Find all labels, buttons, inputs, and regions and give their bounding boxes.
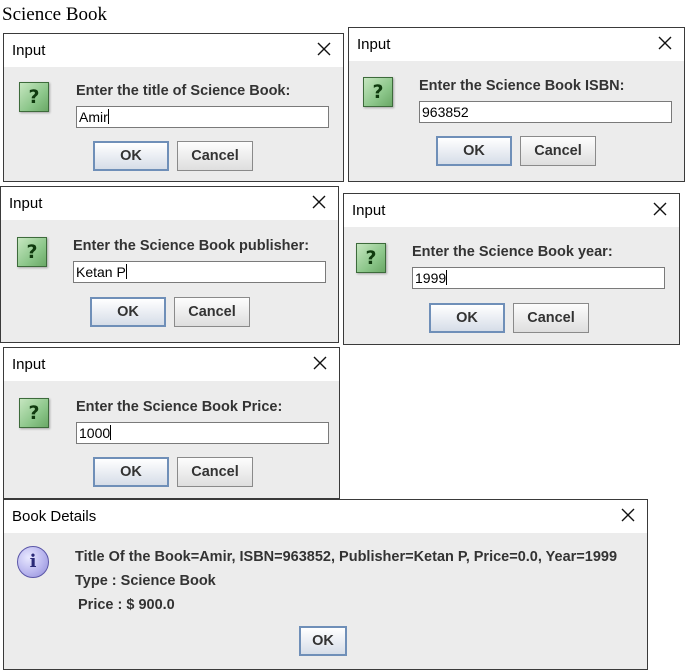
book-details-dialog: Book Details i Title Of the Book=Amir, I… [3,499,648,670]
dialog-titlebar[interactable]: Input [344,194,679,227]
year-input-value: 1999 [415,270,447,286]
dialog-title: Book Details [12,508,97,525]
cancel-button[interactable]: Cancel [520,136,596,166]
question-icon: ? [356,243,386,273]
cancel-button[interactable]: Cancel [177,141,253,171]
publisher-input-value: Ketan P [76,264,126,280]
input-dialog-year: Input ? Enter the Science Book year: 199… [343,193,680,345]
cancel-button[interactable]: Cancel [513,303,589,333]
close-icon[interactable] [310,193,328,211]
ok-button[interactable]: OK [299,626,347,656]
isbn-input[interactable]: 963852 [419,101,672,123]
ok-button[interactable]: OK [93,141,169,171]
dialog-titlebar[interactable]: Input [4,34,343,67]
dialog-title: Input [352,202,386,219]
close-icon[interactable] [311,354,329,372]
price-input-value: 1000 [79,425,111,441]
dialog-titlebar[interactable]: Input [4,348,339,381]
cancel-button[interactable]: Cancel [174,297,250,327]
year-input[interactable]: 1999 [412,267,665,289]
title-input-value: Amir [79,109,108,125]
prompt-label: Enter the Science Book year: [412,244,613,260]
prompt-label: Enter the Science Book ISBN: [419,78,625,94]
close-icon[interactable] [651,200,669,218]
info-icon: i [17,546,49,578]
question-icon: ? [17,237,47,267]
input-dialog-price: Input ? Enter the Science Book Price: 10… [3,347,340,499]
page-heading: Science Book [2,4,108,25]
ok-button[interactable]: OK [429,303,505,333]
title-input[interactable]: Amir [76,106,329,128]
ok-button[interactable]: OK [90,297,166,327]
dialog-titlebar[interactable]: Book Details [4,500,647,533]
input-dialog-title: Input ? Enter the title of Science Book:… [3,33,344,182]
dialog-titlebar[interactable]: Input [349,28,684,61]
dialog-title: Input [12,42,46,59]
dialog-title: Input [9,195,43,212]
prompt-label: Enter the title of Science Book: [76,83,291,99]
prompt-label: Enter the Science Book Price: [76,399,283,415]
price-input[interactable]: 1000 [76,422,329,444]
close-icon[interactable] [619,506,637,524]
isbn-input-value: 963852 [422,104,469,120]
question-icon: ? [19,398,49,428]
input-dialog-publisher: Input ? Enter the Science Book publisher… [0,186,339,343]
input-dialog-isbn: Input ? Enter the Science Book ISBN: 963… [348,27,685,182]
message-line-price: Price : $ 900.0 [78,597,175,613]
question-icon: ? [363,77,393,107]
publisher-input[interactable]: Ketan P [73,261,326,283]
dialog-titlebar[interactable]: Input [1,187,338,220]
close-icon[interactable] [656,34,674,52]
cancel-button[interactable]: Cancel [177,457,253,487]
prompt-label: Enter the Science Book publisher: [73,238,310,254]
message-line-type: Type : Science Book [75,573,216,589]
dialog-title: Input [12,356,46,373]
close-icon[interactable] [315,40,333,58]
message-line-details: Title Of the Book=Amir, ISBN=963852, Pub… [75,549,618,565]
dialog-title: Input [357,36,391,53]
ok-button[interactable]: OK [93,457,169,487]
ok-button[interactable]: OK [436,136,512,166]
question-icon: ? [19,82,49,112]
